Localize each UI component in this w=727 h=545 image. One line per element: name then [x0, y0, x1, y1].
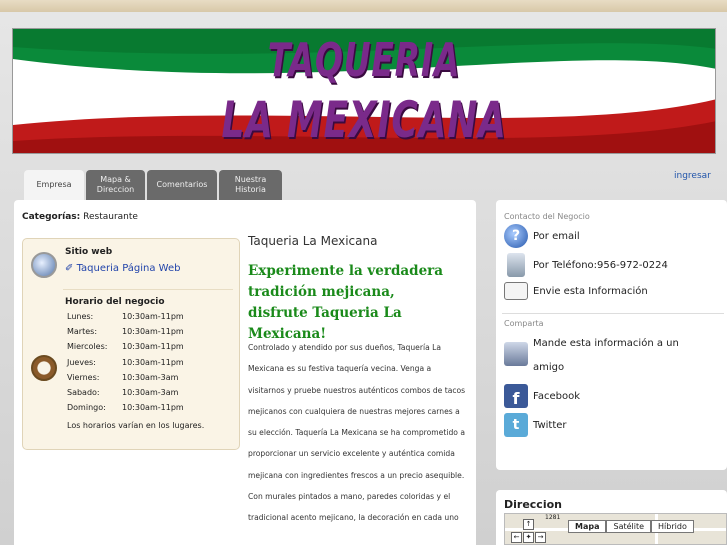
facebook-icon: f: [504, 384, 528, 408]
map-road-label: 1281: [545, 514, 561, 521]
tab-empresa[interactable]: Empresa: [24, 170, 84, 200]
sidebar-divider: [502, 313, 724, 314]
hours-day: Lunes:: [67, 312, 94, 321]
hours-row: Lunes: 10:30am-11pm: [67, 312, 184, 327]
twitter-label: Twitter: [533, 419, 567, 431]
external-link-icon: ✐: [65, 263, 74, 274]
categories-label: Categorías:: [22, 212, 81, 222]
hours-row: Jueves: 10:30am-11pm: [67, 358, 184, 373]
facebook-link[interactable]: f Facebook: [504, 384, 580, 408]
contact-heading: Contacto del Negocio: [504, 212, 590, 221]
pan-left-icon[interactable]: ←: [511, 532, 522, 543]
hours-day: Domingo:: [67, 403, 106, 413]
twitter-icon: t: [504, 413, 528, 437]
share-heading: Comparta: [504, 319, 544, 328]
pan-center-icon[interactable]: ✦: [523, 532, 534, 543]
hours-row: Martes: 10:30am-11pm: [67, 327, 184, 342]
clock-icon: [31, 355, 57, 381]
tab-nuestra-historia[interactable]: Nuestra Historia: [219, 170, 282, 200]
info-divider: [63, 289, 233, 290]
hours-day: Miercoles:: [67, 342, 108, 352]
send-friend-link[interactable]: Mande esta información a un amigo: [504, 332, 694, 380]
categories-value[interactable]: Restaurante: [83, 212, 138, 222]
map-type-hybrid-button[interactable]: Híbrido: [651, 520, 694, 533]
tab-mapa-direccion[interactable]: Mapa & Direccion: [86, 170, 145, 200]
hours-row: Viernes: 10:30am-3am: [67, 373, 184, 388]
hours-time: 10:30am-11pm: [122, 403, 184, 413]
globe-icon: [31, 252, 57, 278]
website-link[interactable]: ✐ Taqueria Página Web: [65, 263, 180, 274]
map-type-satellite-button[interactable]: Satélite: [606, 520, 652, 533]
header-banner[interactable]: TAQUERIA LA MEXICANA: [12, 28, 716, 154]
send-friend-label: Mande esta información a un amigo: [533, 338, 679, 373]
hours-row: Domingo: 10:30am-11pm: [67, 403, 184, 418]
pan-right-icon[interactable]: →: [535, 532, 546, 543]
main-content-panel: Categorías: Restaurante Sitio web ✐ Taqu…: [14, 200, 476, 545]
hours-row: Sabado: 10:30am-3am: [67, 388, 184, 403]
hours-time: 10:30am-3am: [122, 387, 179, 397]
hours-row: Miercoles: 10:30am-11pm: [67, 342, 184, 357]
phone-icon: [507, 253, 525, 277]
pan-up-icon[interactable]: ↑: [523, 519, 534, 530]
map-view[interactable]: 1281 ↑ ← ✦ → Mapa Satélite Híbrido: [504, 513, 727, 545]
map-title: Direccion: [504, 498, 562, 511]
envelope-icon: [504, 282, 528, 300]
tab-bar: Empresa Mapa & Direccion Comentarios Nue…: [24, 170, 284, 200]
top-strip: [0, 0, 727, 12]
tagline: Experimente la verdadera tradición mejic…: [248, 261, 476, 345]
hours-time: 10:30am-11pm: [122, 327, 184, 337]
friend-icon: [504, 342, 528, 366]
business-description: Controlado y atendido por sus dueños, Ta…: [248, 343, 466, 523]
website-link-label: Taqueria Página Web: [76, 263, 181, 274]
hours-day: Sabado:: [67, 387, 100, 397]
contact-sidebar: Contacto del Negocio ? Por email Por Tel…: [496, 200, 727, 470]
contact-phone-label: Por Teléfono:956-972-0224: [533, 259, 668, 271]
hours-time: 10:30am-3am: [122, 372, 179, 382]
categories-line: Categorías: Restaurante: [22, 212, 138, 222]
tab-comentarios[interactable]: Comentarios: [147, 170, 217, 200]
hours-note: Los horarios varían en los lugares.: [67, 421, 205, 430]
hours-day: Martes:: [67, 327, 98, 337]
login-link[interactable]: ingresar: [674, 171, 711, 181]
business-title: Taqueria La Mexicana: [248, 234, 378, 248]
hours-heading: Horario del negocio: [65, 297, 165, 307]
map-type-map-button[interactable]: Mapa: [568, 520, 607, 533]
banner-title-line1: TAQUERIA: [267, 33, 461, 87]
map-panel: Direccion 1281 ↑ ← ✦ → Mapa Satélite Híb…: [496, 490, 727, 545]
hours-time: 10:30am-11pm: [122, 312, 184, 321]
twitter-link[interactable]: t Twitter: [504, 413, 567, 437]
tagline-line: Experimente la verdadera: [248, 263, 444, 279]
hours-day: Jueves:: [67, 357, 96, 367]
tagline-line: tradición mejicana,: [248, 284, 395, 300]
banner-title-line2: LA MEXICANA: [221, 91, 507, 149]
business-info-box: Sitio web ✐ Taqueria Página Web Horario …: [22, 238, 240, 450]
contact-phone-link[interactable]: Por Teléfono:956-972-0224: [504, 253, 668, 277]
send-info-label: Envie esta Información: [533, 285, 648, 297]
hours-time: 10:30am-11pm: [122, 357, 184, 367]
map-type-buttons: Mapa Satélite Híbrido: [568, 520, 694, 533]
website-heading: Sitio web: [65, 247, 113, 257]
facebook-label: Facebook: [533, 390, 580, 402]
contact-email-link[interactable]: ? Por email: [504, 224, 580, 248]
send-info-link[interactable]: Envie esta Información: [504, 282, 648, 300]
question-icon: ?: [504, 224, 528, 248]
hours-table: Lunes: 10:30am-11pm Martes: 10:30am-11pm M…: [67, 312, 184, 418]
contact-email-label: Por email: [533, 230, 580, 242]
hours-time: 10:30am-11pm: [122, 342, 184, 352]
hours-day: Viernes:: [67, 372, 100, 382]
